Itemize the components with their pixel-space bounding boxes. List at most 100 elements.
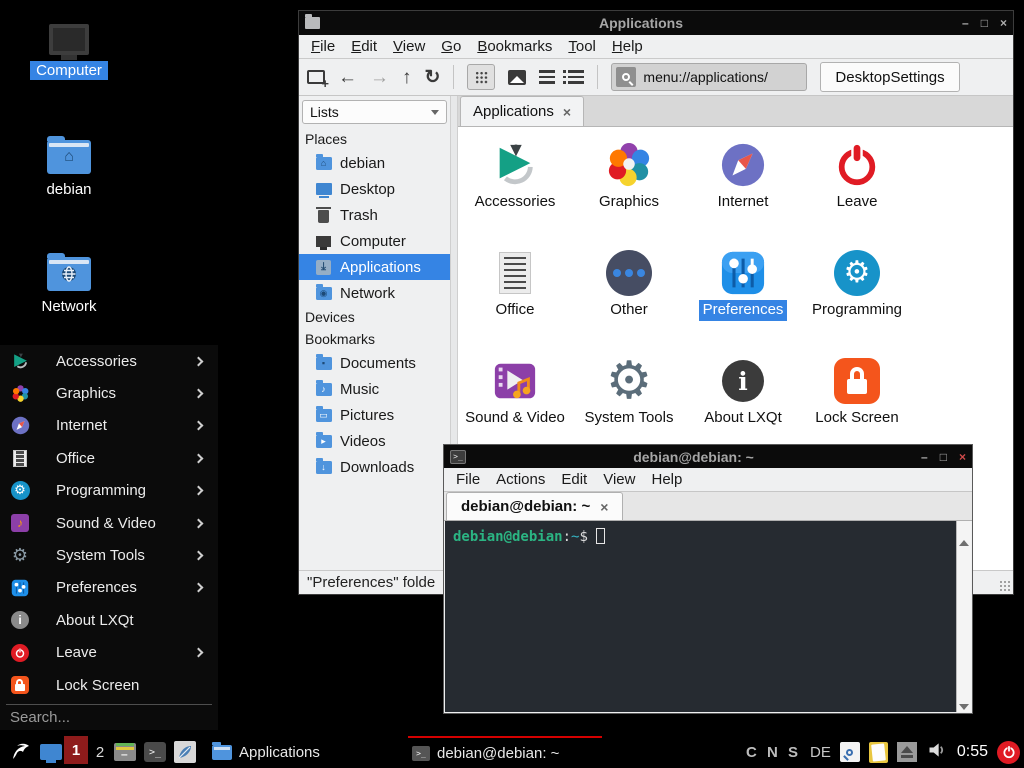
downloads-folder-icon: ↓ — [315, 459, 332, 476]
menu-file[interactable]: File — [303, 35, 343, 58]
app-office[interactable]: Office — [458, 247, 572, 355]
sidebar-item-debian[interactable]: ⌂ debian — [299, 150, 450, 176]
menu-item-about-lxqt[interactable]: i About LXQt — [0, 604, 218, 636]
keyboard-layout[interactable]: DE — [810, 744, 831, 761]
menu-help[interactable]: Help — [604, 35, 651, 58]
menu-actions[interactable]: Actions — [488, 468, 553, 491]
close-button[interactable]: × — [1000, 17, 1007, 29]
menu-view[interactable]: View — [595, 468, 643, 491]
refresh-icon[interactable]: ↻ — [425, 68, 441, 87]
maximize-button[interactable]: □ — [981, 17, 988, 29]
menu-edit[interactable]: Edit — [553, 468, 595, 491]
detailed-list-icon[interactable] — [568, 70, 584, 84]
terminal-scrollbar[interactable] — [956, 521, 971, 712]
menu-item-system-tools[interactable]: ⚙ System Tools — [0, 539, 218, 571]
launcher-archive[interactable] — [114, 736, 136, 768]
desktop-icon-home[interactable]: ⌂ debian — [19, 136, 119, 199]
clock[interactable]: 0:55 — [957, 743, 988, 761]
sidebar-item-videos[interactable]: ▸ Videos — [299, 428, 450, 454]
thumbnail-view-icon[interactable] — [508, 70, 526, 85]
resize-grip[interactable] — [999, 580, 1011, 592]
app-leave[interactable]: Leave — [800, 139, 914, 247]
menu-tool[interactable]: Tool — [560, 35, 604, 58]
app-accessories[interactable]: Accessories — [458, 139, 572, 247]
menu-file[interactable]: File — [448, 468, 488, 491]
menu-go[interactable]: Go — [433, 35, 469, 58]
menu-bookmarks[interactable]: Bookmarks — [469, 35, 560, 58]
menu-item-sound-video[interactable]: ♪ Sound & Video — [0, 507, 218, 539]
desktop-icon-computer[interactable]: Computer — [19, 24, 119, 80]
volume-icon[interactable] — [926, 740, 948, 765]
menu-item-accessories[interactable]: Accessories — [0, 345, 218, 377]
menu-search-input[interactable]: Search... — [0, 705, 218, 730]
tab-close-icon[interactable]: × — [600, 500, 608, 514]
back-icon[interactable]: ← — [338, 68, 357, 87]
scroll-down-icon[interactable] — [959, 704, 969, 710]
scroll-up-icon[interactable] — [959, 523, 969, 546]
sidebar-item-music[interactable]: ♪ Music — [299, 376, 450, 402]
task-terminal[interactable]: >_ debian@debian: ~ — [408, 736, 602, 768]
desktop-settings-button[interactable]: DesktopSettings — [820, 62, 959, 92]
minimize-button[interactable]: – — [921, 451, 928, 463]
start-menu-button[interactable] — [8, 736, 34, 768]
workspace-2-button[interactable]: 2 — [92, 736, 108, 768]
workspace-1-button[interactable]: 1 — [64, 736, 88, 764]
terminal-tab[interactable]: debian@debian: ~ × — [446, 492, 623, 520]
terminal-titlebar[interactable]: >_ debian@debian: ~ – □ × — [444, 445, 972, 468]
desktop-icon-network[interactable]: Network — [19, 253, 119, 316]
sidebar-item-pictures[interactable]: ▭ Pictures — [299, 402, 450, 428]
app-graphics[interactable]: Graphics — [572, 139, 686, 247]
sidebar-item-documents[interactable]: ▪ Documents — [299, 350, 450, 376]
menu-edit[interactable]: Edit — [343, 35, 385, 58]
menu-item-graphics[interactable]: Graphics — [0, 377, 218, 409]
forward-icon[interactable]: → — [370, 68, 389, 87]
fm-menubar: File Edit View Go Bookmarks Tool Help — [299, 35, 1013, 59]
launcher-terminal[interactable]: >_ — [144, 736, 166, 768]
app-preferences[interactable]: Preferences — [686, 247, 800, 355]
terminal-view[interactable]: debian@debian:~$ — [445, 521, 971, 712]
icon-view-button[interactable] — [467, 64, 495, 90]
eject-tray-icon[interactable] — [897, 742, 917, 762]
menu-view[interactable]: View — [385, 35, 433, 58]
minimize-button[interactable]: – — [962, 17, 969, 29]
app-internet[interactable]: Internet — [686, 139, 800, 247]
fm-titlebar[interactable]: Applications – □ × — [299, 11, 1013, 35]
sidebar-item-computer[interactable]: Computer — [299, 228, 450, 254]
menu-item-preferences[interactable]: Preferences — [0, 572, 218, 604]
app-other[interactable]: Other — [572, 247, 686, 355]
window-title: debian@debian: ~ — [466, 449, 921, 465]
accessories-icon — [491, 141, 539, 189]
desktop-icon-label: Network — [35, 297, 102, 316]
compact-view-icon[interactable] — [539, 70, 555, 84]
menu-item-lock-screen[interactable]: Lock Screen — [0, 669, 218, 701]
tab-close-icon[interactable]: × — [563, 105, 571, 119]
tab-applications[interactable]: Applications × — [460, 96, 584, 126]
start-menu: Accessories Graphics Internet Office ⚙ P… — [0, 345, 218, 730]
screenshot-tray-icon[interactable] — [840, 742, 860, 762]
sidebar-item-applications[interactable]: ⤓ Applications — [299, 254, 450, 280]
address-bar[interactable]: menu://applications/ — [611, 63, 807, 91]
menu-item-programming[interactable]: ⚙ Programming — [0, 475, 218, 507]
sidebar-item-downloads[interactable]: ↓ Downloads — [299, 454, 450, 480]
sidebar-mode-select[interactable]: Lists — [302, 100, 447, 124]
menu-help[interactable]: Help — [643, 468, 690, 491]
clipboard-tray-icon[interactable] — [869, 742, 888, 763]
launcher-featherpad[interactable] — [174, 736, 196, 768]
menu-item-internet[interactable]: Internet — [0, 410, 218, 442]
pictures-folder-icon: ▭ — [315, 407, 332, 424]
sidebar-item-network[interactable]: ◉ Network — [299, 280, 450, 306]
up-icon[interactable]: ↑ — [402, 68, 412, 87]
power-button[interactable] — [997, 741, 1020, 764]
power-icon — [10, 643, 30, 663]
sidebar-item-trash[interactable]: Trash — [299, 202, 450, 228]
menu-item-leave[interactable]: Leave — [0, 637, 218, 669]
maximize-button[interactable]: □ — [940, 451, 947, 463]
taskbar: 1 2 >_ Applications >_ debian@debian: ~ … — [0, 736, 1024, 768]
app-programming[interactable]: ⚙ Programming — [800, 247, 914, 355]
close-button[interactable]: × — [959, 451, 966, 463]
menu-item-office[interactable]: Office — [0, 442, 218, 474]
new-tab-icon[interactable] — [307, 70, 325, 84]
show-desktop-button[interactable] — [40, 736, 62, 768]
sidebar-item-desktop[interactable]: Desktop — [299, 176, 450, 202]
task-applications[interactable]: Applications — [208, 736, 406, 768]
